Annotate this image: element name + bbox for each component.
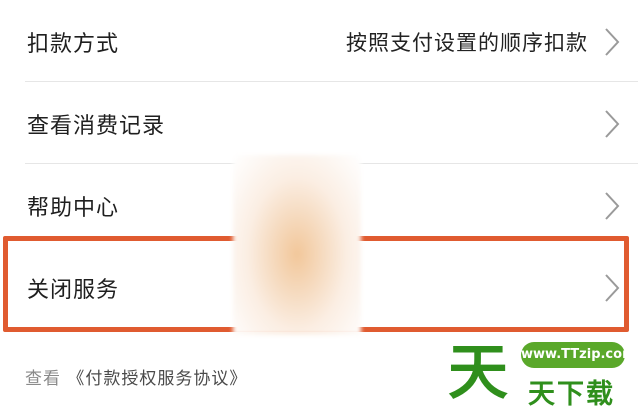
chevron-right-icon: [605, 192, 620, 220]
blurred-image-patch: [233, 155, 361, 335]
divider: [25, 81, 638, 82]
footer-prefix: 查看: [25, 369, 61, 389]
site-watermark: 天 www.TTzip.com 天下载: [448, 338, 636, 412]
chevron-right-icon: [605, 110, 620, 138]
row-label: 帮助中心: [27, 196, 120, 221]
watermark-url: www.TTzip.com: [521, 342, 636, 368]
chevron-right-icon: [605, 28, 620, 56]
row-view-consumption-records[interactable]: 查看消费记录: [0, 84, 638, 164]
row-label: 关闭服务: [27, 278, 120, 303]
watermark-text: 天下载: [528, 379, 615, 410]
watermark-logo: 天: [448, 338, 508, 408]
row-label: 查看消费记录: [27, 114, 166, 139]
row-label: 扣款方式: [27, 32, 120, 57]
agreement-footer: 查看 《付款授权服务协议》: [25, 364, 247, 389]
agreement-link[interactable]: 《付款授权服务协议》: [67, 369, 247, 389]
row-value: 按照支付设置的顺序扣款: [346, 31, 588, 55]
row-deduction-method[interactable]: 扣款方式 按照支付设置的顺序扣款: [0, 2, 638, 82]
chevron-right-icon: [605, 274, 620, 302]
